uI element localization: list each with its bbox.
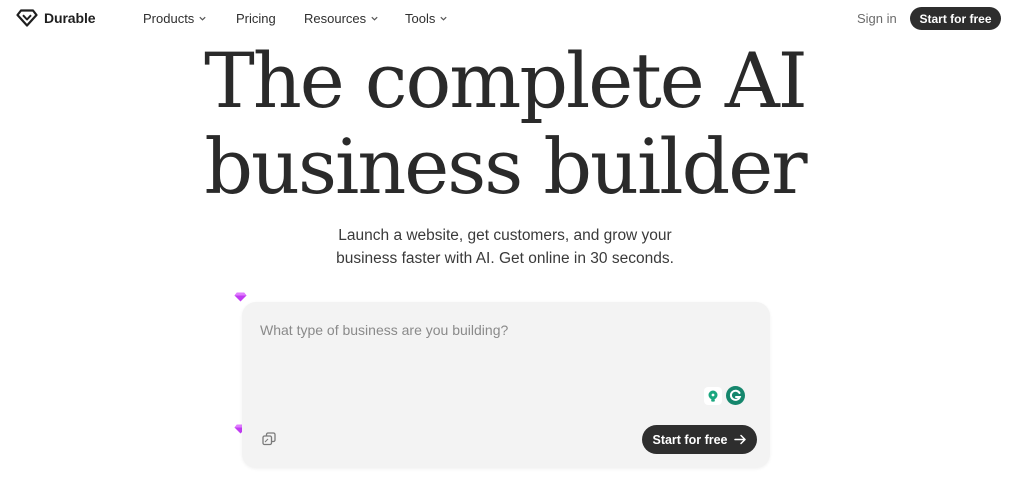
grammarly-icon[interactable] xyxy=(726,386,745,405)
nav-item-products[interactable]: Products xyxy=(143,10,207,26)
nav-item-pricing[interactable]: Pricing xyxy=(236,10,276,26)
nav-item-label: Resources xyxy=(304,10,367,26)
start-for-free-submit-button[interactable]: Start for free xyxy=(642,425,757,454)
brand-logo-link[interactable]: Durable xyxy=(16,9,96,27)
hero-title: The complete AI business builder xyxy=(0,38,1010,210)
nav-item-resources[interactable]: Resources xyxy=(304,10,379,26)
copy-icon[interactable] xyxy=(262,432,276,446)
hero-subtitle-line-2: business faster with AI. Get online in 3… xyxy=(336,250,674,267)
sign-in-link[interactable]: Sign in xyxy=(857,11,897,26)
arrow-right-icon xyxy=(733,434,746,445)
hero-title-line-2: business builder xyxy=(204,122,807,211)
hero-subtitle: Launch a website, get customers, and gro… xyxy=(0,224,1010,270)
brand-name: Durable xyxy=(44,10,96,26)
nav-item-tools[interactable]: Tools xyxy=(405,10,448,26)
gem-sparkle-icon xyxy=(234,292,247,302)
nav-item-label: Tools xyxy=(405,10,436,26)
submit-button-label: Start for free xyxy=(652,432,728,447)
lightbulb-glyph-icon xyxy=(708,390,718,402)
hero-subtitle-line-1: Launch a website, get customers, and gro… xyxy=(338,227,672,244)
lightbulb-icon[interactable] xyxy=(704,386,722,405)
business-prompt-card: Start for free xyxy=(242,302,770,468)
diamond-logo-icon xyxy=(16,9,38,27)
top-nav: Durable Products Pricing Resources Tools… xyxy=(0,0,1024,36)
chevron-down-icon xyxy=(199,16,206,21)
chevron-down-icon xyxy=(371,16,378,21)
start-for-free-nav-button[interactable]: Start for free xyxy=(910,7,1001,30)
hero-title-line-1: The complete AI xyxy=(204,36,808,125)
browser-extension-icons xyxy=(704,386,745,405)
nav-item-label: Pricing xyxy=(236,10,276,26)
business-type-input[interactable] xyxy=(260,322,750,392)
grammarly-glyph-icon xyxy=(729,389,742,401)
nav-item-label: Products xyxy=(143,10,195,26)
chevron-down-icon xyxy=(440,16,447,21)
